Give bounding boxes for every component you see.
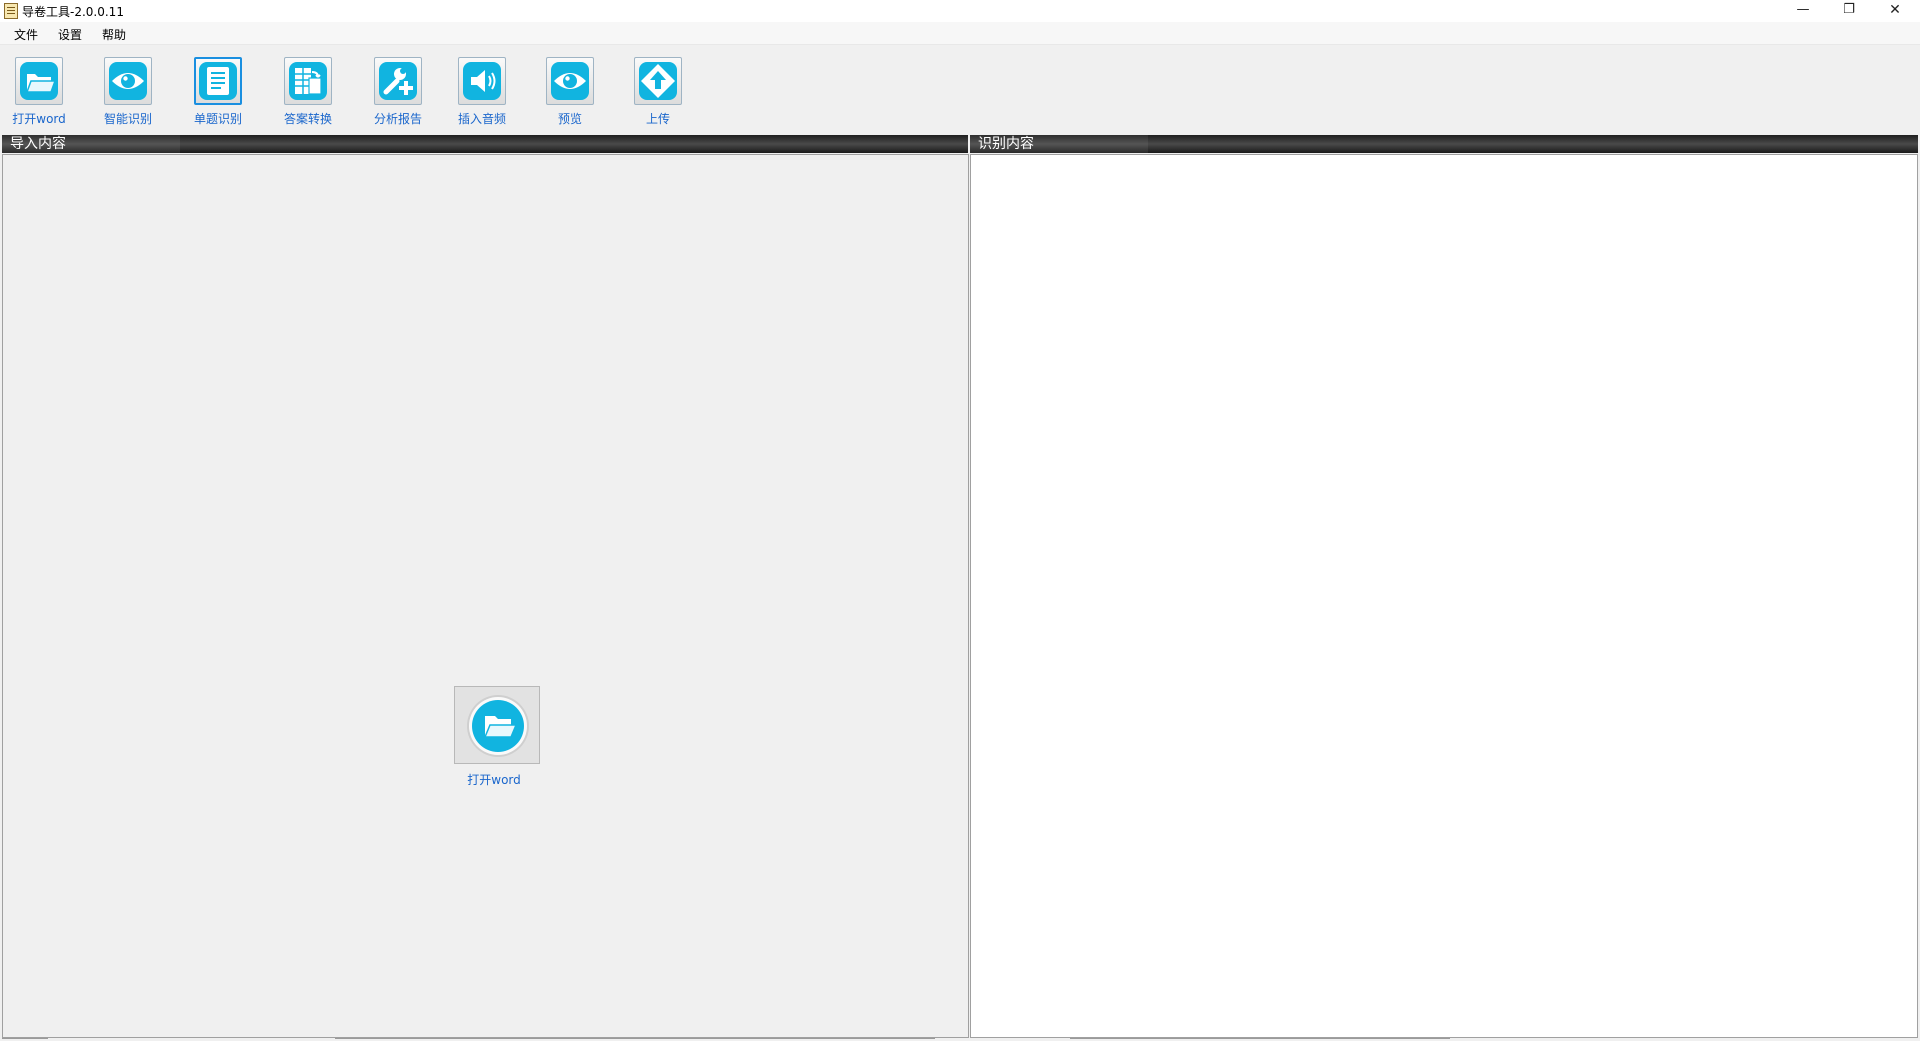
import-panel-title: 导入内容 [2,135,180,153]
single-question-recognize-button[interactable]: 单题识别 [178,55,258,133]
import-panel-header: 导入内容 [2,135,968,153]
recognition-panel [970,154,1918,1038]
status-divider [1070,1038,1450,1039]
grid-convert-icon [284,57,332,105]
answer-convert-label: 答案转换 [283,112,332,126]
menu-help[interactable]: 帮助 [98,26,130,43]
status-divider [335,1038,935,1039]
speaker-icon [458,57,506,105]
preview-button[interactable]: 预览 [530,55,610,133]
answer-convert-button[interactable]: 答案转换 [268,55,348,133]
menu-settings[interactable]: 设置 [54,26,86,43]
recognition-panel-title: 识别内容 [970,135,1148,153]
open-word-label: 打开word [12,112,66,126]
maximize-button[interactable]: ❐ [1826,0,1872,22]
minimize-button[interactable]: — [1780,0,1826,22]
wrench-plus-icon [374,57,422,105]
import-panel: 打开word [2,154,969,1038]
center-open-word-button[interactable] [454,686,540,764]
title-bar: 导卷工具-2.0.0.11 — ❐ ✕ [0,0,1920,22]
open-word-button[interactable]: 打开word [0,55,79,133]
insert-audio-label: 插入音频 [457,112,506,126]
window-title: 导卷工具-2.0.0.11 [22,5,124,19]
close-button[interactable]: ✕ [1872,0,1918,22]
insert-audio-button[interactable]: 插入音频 [442,55,522,133]
preview-label: 预览 [557,112,582,126]
center-open-word-label[interactable]: 打开word [444,771,544,788]
smart-recognize-button[interactable]: 智能识别 [88,55,168,133]
smart-recognize-label: 智能识别 [103,112,152,126]
eye-icon [104,57,152,105]
upload-button[interactable]: 上传 [618,55,698,133]
toolbar: 打开word 智能识别 单题识别 答案转换 分析报告 插入音频 预览 上传 [0,45,1920,133]
folder-icon [15,57,63,105]
document-icon [194,57,242,105]
eye-icon [546,57,594,105]
menu-file[interactable]: 文件 [10,26,42,43]
upload-label: 上传 [645,112,670,126]
status-divider [2,1038,48,1039]
analysis-report-button[interactable]: 分析报告 [358,55,438,133]
analysis-report-label: 分析报告 [373,112,422,126]
single-question-recognize-label: 单题识别 [193,112,242,126]
folder-icon [467,695,529,757]
app-icon [4,3,18,19]
recognition-panel-header: 识别内容 [970,135,1918,153]
menu-bar: 文件 设置 帮助 [0,22,1920,45]
upload-arrow-icon [634,57,682,105]
